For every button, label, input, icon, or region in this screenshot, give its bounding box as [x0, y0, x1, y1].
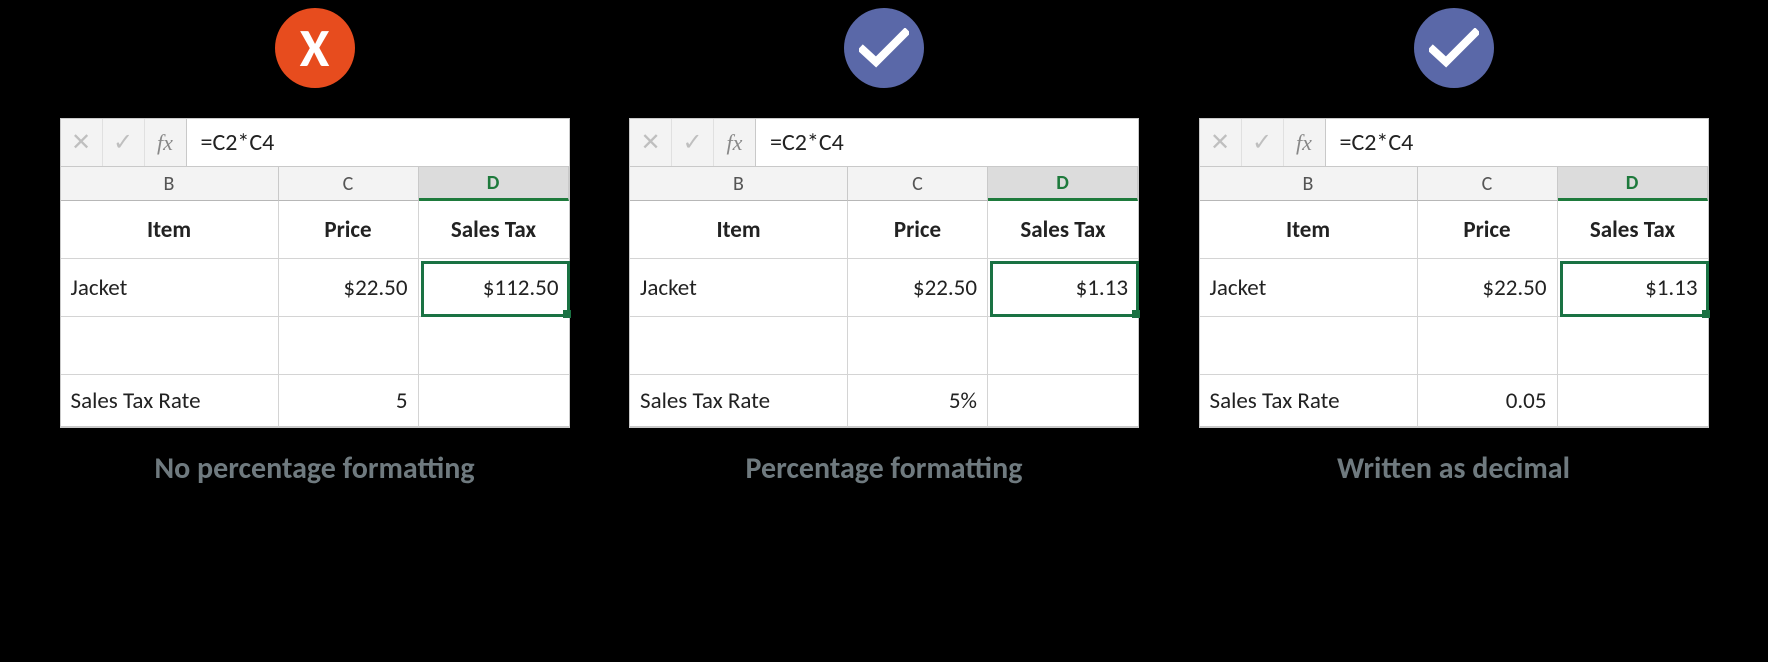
cell-rate-value[interactable]: 5%: [848, 375, 988, 427]
example-panel: ✕ ✓ fx =C2*C4 B C D Item Price Sales Tax…: [629, 8, 1139, 487]
cell-price[interactable]: $22.50: [1418, 259, 1558, 317]
grid: B C D Item Price Sales Tax Jacket $22.50…: [630, 167, 1138, 427]
panel-caption: No percentage formatting: [154, 450, 474, 487]
cell-item[interactable]: Jacket: [1200, 259, 1418, 317]
spreadsheet: ✕ ✓ fx =C2*C4 B C D Item Price Sales Tax…: [1199, 118, 1709, 428]
fill-handle[interactable]: [1132, 310, 1140, 318]
empty-cell[interactable]: [1558, 375, 1708, 427]
cell-sales-tax-value: $112.50: [483, 274, 559, 302]
header-price[interactable]: Price: [279, 201, 419, 259]
header-price[interactable]: Price: [1418, 201, 1558, 259]
x-icon: X: [300, 21, 330, 75]
column-header-c[interactable]: C: [279, 167, 419, 201]
header-item[interactable]: Item: [630, 201, 848, 259]
cell-sales-tax-value: $1.13: [1076, 274, 1128, 302]
check-icon: [1429, 28, 1479, 68]
cancel-icon[interactable]: ✕: [1200, 119, 1242, 166]
formula-bar: ✕ ✓ fx =C2*C4: [61, 119, 569, 167]
grid: B C D Item Price Sales Tax Jacket $22.50…: [61, 167, 569, 427]
empty-cell[interactable]: [279, 317, 419, 375]
status-badge-correct: [844, 8, 924, 88]
header-sales-tax[interactable]: Sales Tax: [988, 201, 1138, 259]
empty-cell[interactable]: [419, 375, 569, 427]
fill-handle[interactable]: [1702, 310, 1710, 318]
formula-input[interactable]: =C2*C4: [187, 119, 569, 166]
cell-item[interactable]: Jacket: [61, 259, 279, 317]
column-header-d[interactable]: D: [1558, 167, 1708, 201]
cell-price[interactable]: $22.50: [279, 259, 419, 317]
empty-cell[interactable]: [1418, 317, 1558, 375]
status-badge-correct: [1414, 8, 1494, 88]
cell-rate-label[interactable]: Sales Tax Rate: [61, 375, 279, 427]
empty-cell[interactable]: [1558, 317, 1708, 375]
column-header-b[interactable]: B: [61, 167, 279, 201]
panel-caption: Percentage formatting: [746, 450, 1023, 487]
cell-sales-tax-value: $1.13: [1645, 274, 1697, 302]
empty-cell[interactable]: [61, 317, 279, 375]
cell-rate-value[interactable]: 0.05: [1418, 375, 1558, 427]
empty-cell[interactable]: [630, 317, 848, 375]
status-badge-wrong: X: [275, 8, 355, 88]
formula-input[interactable]: =C2*C4: [756, 119, 1138, 166]
grid: B C D Item Price Sales Tax Jacket $22.50…: [1200, 167, 1708, 427]
cell-sales-tax[interactable]: $112.50: [419, 259, 569, 317]
header-sales-tax[interactable]: Sales Tax: [419, 201, 569, 259]
header-item[interactable]: Item: [1200, 201, 1418, 259]
check-icon: [859, 28, 909, 68]
fx-icon[interactable]: fx: [145, 119, 187, 166]
empty-cell[interactable]: [419, 317, 569, 375]
enter-icon[interactable]: ✓: [103, 119, 145, 166]
column-header-d[interactable]: D: [419, 167, 569, 201]
empty-cell[interactable]: [988, 317, 1138, 375]
column-header-c[interactable]: C: [848, 167, 988, 201]
cell-rate-label[interactable]: Sales Tax Rate: [630, 375, 848, 427]
panel-caption: Written as decimal: [1337, 450, 1570, 487]
column-header-b[interactable]: B: [630, 167, 848, 201]
empty-cell[interactable]: [988, 375, 1138, 427]
column-header-c[interactable]: C: [1418, 167, 1558, 201]
column-header-b[interactable]: B: [1200, 167, 1418, 201]
spreadsheet: ✕ ✓ fx =C2*C4 B C D Item Price Sales Tax…: [629, 118, 1139, 428]
spreadsheet: ✕ ✓ fx =C2*C4 B C D Item Price Sales Tax…: [60, 118, 570, 428]
enter-icon[interactable]: ✓: [672, 119, 714, 166]
cell-sales-tax[interactable]: $1.13: [1558, 259, 1708, 317]
fill-handle[interactable]: [563, 310, 571, 318]
cancel-icon[interactable]: ✕: [630, 119, 672, 166]
cell-item[interactable]: Jacket: [630, 259, 848, 317]
fx-icon[interactable]: fx: [714, 119, 756, 166]
enter-icon[interactable]: ✓: [1242, 119, 1284, 166]
empty-cell[interactable]: [848, 317, 988, 375]
cancel-icon[interactable]: ✕: [61, 119, 103, 166]
formula-input[interactable]: =C2*C4: [1326, 119, 1708, 166]
empty-cell[interactable]: [1200, 317, 1418, 375]
header-sales-tax[interactable]: Sales Tax: [1558, 201, 1708, 259]
example-panel: X ✕ ✓ fx =C2*C4 B C D Item Price Sales T…: [60, 8, 570, 487]
header-price[interactable]: Price: [848, 201, 988, 259]
cell-sales-tax[interactable]: $1.13: [988, 259, 1138, 317]
fx-icon[interactable]: fx: [1284, 119, 1326, 166]
column-header-d[interactable]: D: [988, 167, 1138, 201]
cell-rate-label[interactable]: Sales Tax Rate: [1200, 375, 1418, 427]
formula-bar: ✕ ✓ fx =C2*C4: [630, 119, 1138, 167]
formula-bar: ✕ ✓ fx =C2*C4: [1200, 119, 1708, 167]
header-item[interactable]: Item: [61, 201, 279, 259]
example-panel: ✕ ✓ fx =C2*C4 B C D Item Price Sales Tax…: [1199, 8, 1709, 487]
cell-price[interactable]: $22.50: [848, 259, 988, 317]
cell-rate-value[interactable]: 5: [279, 375, 419, 427]
